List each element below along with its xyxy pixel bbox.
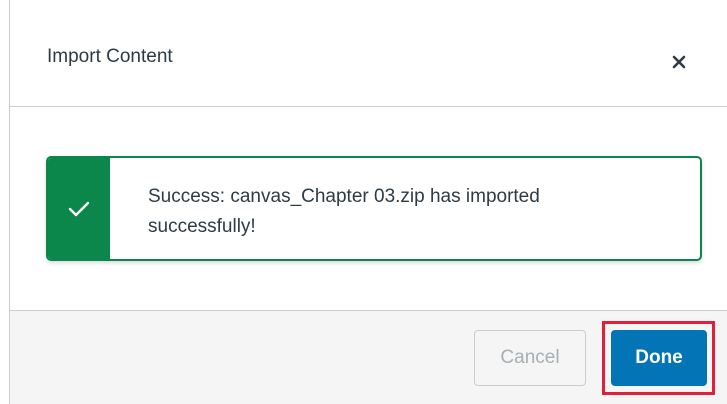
import-content-dialog: Import Content Success: canvas_Chapter 0…	[9, 0, 727, 404]
success-alert: Success: canvas_Chapter 03.zip has impor…	[46, 156, 702, 261]
close-button[interactable]	[665, 48, 693, 76]
cancel-button[interactable]: Cancel	[474, 330, 586, 386]
checkmark-icon	[68, 201, 90, 216]
dialog-header: Import Content	[10, 0, 727, 107]
done-button-highlight	[602, 321, 715, 395]
dialog-title: Import Content	[47, 46, 173, 67]
dialog-footer: Cancel Done	[10, 310, 727, 404]
close-icon	[672, 55, 686, 69]
page-background	[0, 0, 9, 404]
alert-icon-box	[48, 158, 110, 259]
alert-message: Success: canvas_Chapter 03.zip has impor…	[148, 186, 540, 237]
